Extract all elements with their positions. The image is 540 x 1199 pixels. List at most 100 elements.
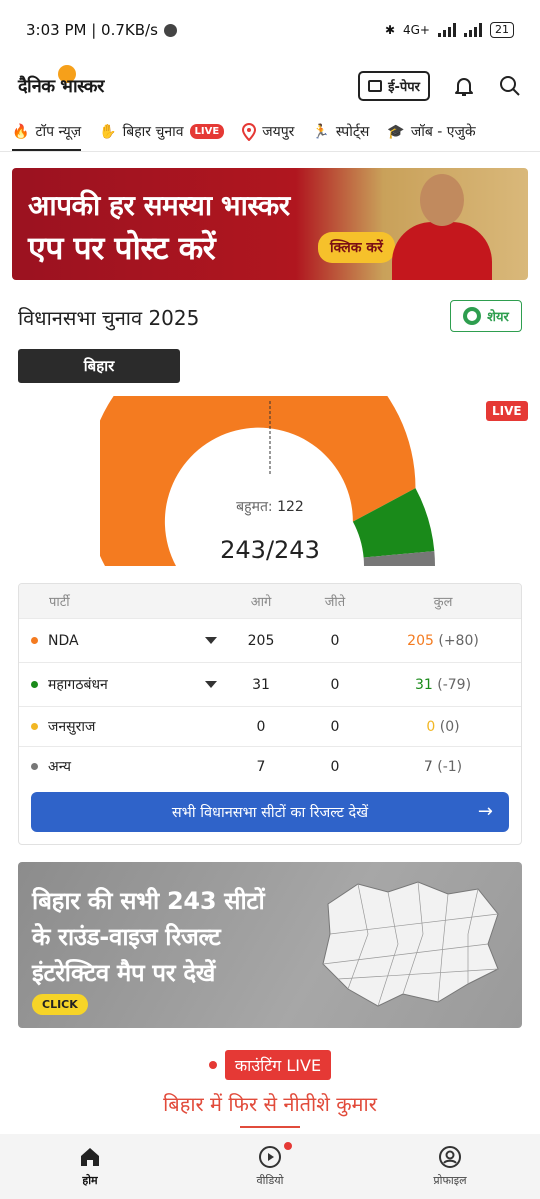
won-count: 0 [330,758,340,775]
map-promo-banner[interactable]: बिहार की सभी 243 सीटों के राउंड-वाइज रिज… [18,862,522,1028]
ahead-count: 7 [256,758,266,775]
banner-line1: आपकी हर समस्या भास्कर [28,189,290,222]
live-badge: LIVE [486,401,528,421]
tab-sports[interactable]: 🏃 स्पोर्ट्स [312,112,369,151]
all-results-button[interactable]: सभी विधानसभा सीटों का रिजल्ट देखें → [31,792,509,832]
flame-icon: 🔥 [12,123,30,140]
total-count: 205 [407,632,434,649]
status-time: 3:03 PM | 0.7KB/s [26,21,158,39]
results-table: पार्टी आगे जीते कुल NDA 205 0 205 (+80) … [18,583,522,845]
headline-underline [240,1126,300,1128]
newspaper-icon [368,80,383,92]
won-count: 0 [330,632,340,649]
nav-label: प्रोफाइल [433,1174,467,1187]
live-badge: LIVE [189,124,225,139]
table-header: पार्टी आगे जीते कुल [19,584,521,618]
election-icon: ✋ [99,123,117,140]
total-count: 31 [414,676,433,693]
tab-jobs[interactable]: 🎓 जॉब - एजुके [387,112,476,151]
graduation-cap-icon: 🎓 [387,123,405,140]
nav-label: वीडियो [256,1174,284,1187]
bell-icon[interactable] [452,74,476,98]
tab-bihar-election[interactable]: ✋ बिहार चुनाव LIVE [99,112,225,151]
battery-icon: 21 [490,22,514,38]
party-name: NDA [48,632,79,649]
col-party: पार्टी [49,595,70,610]
col-won: जीते [324,595,346,610]
whatsapp-icon [463,307,482,325]
live-dot-icon [208,1061,217,1069]
bihar-map-icon [322,881,499,1007]
party-color-dot [31,637,38,644]
category-tabs: 🔥 टॉप न्यूज़ ✋ बिहार चुनाव LIVE जयपुर 🏃 … [0,112,540,152]
table-row[interactable]: NDA 205 0 205 (+80) [19,618,521,662]
majority-value: 122 [277,499,304,515]
majority-label: बहुमत: 122 [236,499,304,515]
party-name: महागठबंधन [48,677,108,693]
nav-label: होम [82,1174,98,1187]
expand-caret-icon[interactable] [205,681,217,688]
banner-line2: एप पर पोस्ट करें [28,229,216,267]
location-pin-icon [242,122,257,141]
all-results-label: सभी विधानसभा सीटों का रिजल्ट देखें [171,805,369,821]
tab-top-news[interactable]: 🔥 टॉप न्यूज़ [12,112,82,151]
promo-banner[interactable]: आपकी हर समस्या भास्कर एप पर पोस्ट करें क… [12,168,528,280]
signal-icon [438,23,456,37]
table-row[interactable]: महागठबंधन 31 0 31 (-79) [19,662,521,706]
expand-caret-icon[interactable] [205,637,217,644]
seat-change: (0) [439,718,460,735]
profile-icon [439,1146,461,1168]
seats-total: 243/243 [220,536,320,564]
party-name: जनसुराज [48,719,96,735]
search-icon[interactable] [498,74,522,98]
notification-dot-icon [284,1142,292,1150]
ahead-count: 205 [247,632,275,649]
col-total: कुल [433,595,453,610]
seat-change: (-79) [437,676,472,693]
state-selector[interactable]: बिहार [18,349,180,383]
party-name: अन्य [48,759,71,775]
app-header: दैनिक भास्कर ई-पेपर [0,60,540,112]
epaper-button[interactable]: ई-पेपर [358,71,430,101]
won-count: 0 [330,718,340,735]
counting-live-row: काउंटिंग LIVE [0,1050,540,1080]
ahead-count: 31 [252,676,270,693]
tab-label: जयपुर [262,124,295,140]
arrow-right-icon: → [477,801,493,822]
party-color-dot [31,681,38,688]
nav-video[interactable]: वीडियो [180,1134,360,1199]
counting-live-badge: काउंटिंग LIVE [224,1050,332,1080]
status-bar: 3:03 PM | 0.7KB/s ✱ 4G+ 21 [0,0,540,60]
won-count: 0 [330,676,340,693]
headline-link[interactable]: बिहार में फिर से नीतीशे कुमार [0,1090,540,1117]
epaper-label: ई-पेपर [388,80,420,95]
map-promo-line2: के राउंड-वाइज रिजल्ट [32,923,221,951]
total-count: 0 [426,718,436,735]
network-type: 4G+ [403,23,430,37]
map-promo-line3: इंटरेक्टिव मैप पर देखें [32,959,216,987]
party-color-dot [31,763,38,770]
ahead-count: 0 [256,718,266,735]
banner-cta-button[interactable]: क्लिक करें [318,232,395,263]
notification-dot-icon [163,23,177,37]
banner-person-image [386,174,498,280]
play-icon [259,1146,281,1168]
nav-home[interactable]: होम [0,1134,180,1199]
total-count: 7 [423,758,433,775]
tab-jaipur[interactable]: जयपुर [242,112,295,151]
home-icon [81,1148,99,1166]
table-row: अन्य 7 0 7 (-1) [19,746,521,786]
party-color-dot [31,723,38,730]
whatsapp-share-button[interactable]: शेयर [450,300,522,332]
seat-change: (+80) [438,632,479,649]
tab-label: टॉप न्यूज़ [35,124,82,140]
share-label: शेयर [487,310,509,325]
tab-label: जॉब - एजुके [410,124,476,140]
runner-icon: 🏃 [312,123,330,140]
bluetooth-icon: ✱ [384,23,395,37]
nav-profile[interactable]: प्रोफाइल [360,1134,540,1199]
logo[interactable]: दैनिक भास्कर [18,65,104,98]
col-ahead: आगे [250,595,272,610]
map-promo-line1: बिहार की सभी 243 सीटों [32,887,265,915]
map-promo-click-button[interactable]: CLICK [32,994,88,1015]
